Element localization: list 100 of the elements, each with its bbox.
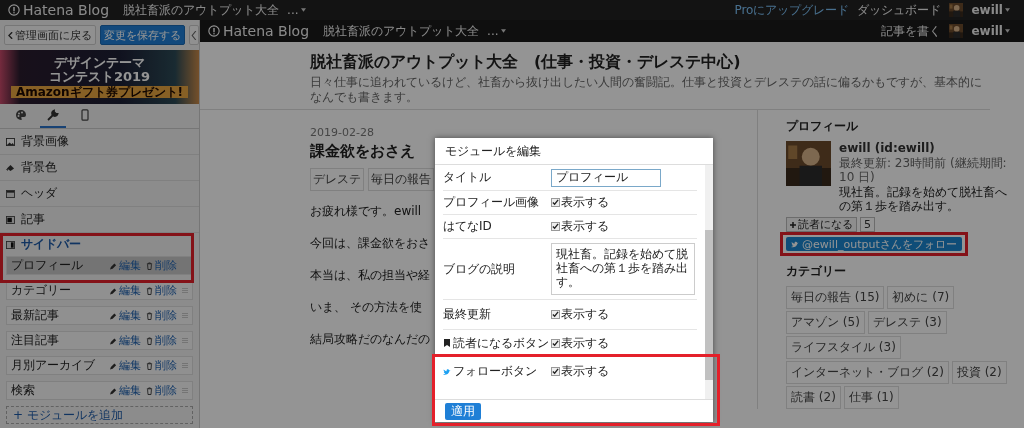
pencil-icon xyxy=(110,261,117,270)
edit-link[interactable]: 編集 xyxy=(119,333,141,348)
checkbox-label: 表示する xyxy=(561,334,609,352)
user-menu[interactable]: ewill xyxy=(971,3,1010,17)
blog-title-link[interactable]: 脱社畜派のアウトプット大全 xyxy=(123,1,280,19)
add-module-button[interactable]: + モジュールを追加 xyxy=(6,406,193,424)
scrollbar[interactable] xyxy=(705,165,713,399)
hatena-logo[interactable]: Hatena Blog xyxy=(208,23,310,39)
save-button[interactable]: 変更を保存する xyxy=(100,25,185,45)
checkbox[interactable] xyxy=(551,198,560,207)
caret-icon xyxy=(300,8,306,12)
blog-title[interactable]: 脱社畜派のアウトプット大全 (仕事・投資・デレステ中心) xyxy=(310,52,990,73)
category-tag[interactable]: インターネット・ブログ (2) xyxy=(786,361,949,384)
dashboard-link[interactable]: ダッシュボード xyxy=(857,1,942,19)
subscriber-count: 5 xyxy=(860,217,875,232)
pencil-icon xyxy=(110,361,117,370)
trash-icon xyxy=(146,361,153,370)
profile-name[interactable]: ewill (id:ewill) xyxy=(839,141,1012,155)
caret-icon xyxy=(1005,29,1010,33)
subscribe-button[interactable]: 読者になる xyxy=(786,217,857,232)
category-tag[interactable]: 読書 (2) xyxy=(786,386,841,409)
hatena-logo[interactable]: Hatena Blog xyxy=(8,2,110,18)
blog-title-link[interactable]: 脱社畜派のアウトプット大全 xyxy=(323,22,480,40)
title-field[interactable]: プロフィール xyxy=(551,168,661,187)
blog-menu[interactable]: ... xyxy=(487,24,506,38)
delete-link[interactable]: 削除 xyxy=(155,333,177,348)
checkbox[interactable] xyxy=(551,367,560,376)
section-header[interactable]: 記事 xyxy=(0,207,199,233)
trash-icon xyxy=(146,286,153,295)
bookmark-icon xyxy=(443,339,451,347)
paint-bucket-icon xyxy=(6,163,15,172)
entry-title[interactable]: 課金欲をおさえ xyxy=(310,142,435,161)
delete-link[interactable]: 削除 xyxy=(155,358,177,373)
delete-link[interactable]: 削除 xyxy=(155,283,177,298)
category-tag[interactable]: 毎日の報告 (15) xyxy=(786,286,885,309)
category-tag[interactable]: ライフスタイル (3) xyxy=(786,336,901,359)
entry-layout-icon xyxy=(6,215,15,224)
edit-link[interactable]: 編集 xyxy=(119,308,141,323)
drag-handle-icon[interactable] xyxy=(182,338,188,343)
module-item[interactable]: 月別アーカイブ 編集 削除 xyxy=(6,356,193,375)
category-tag[interactable]: 仕事 (1) xyxy=(843,386,899,409)
wrench-icon xyxy=(47,109,59,121)
back-button[interactable]: 管理画面に戻る xyxy=(4,25,96,45)
trash-icon xyxy=(146,386,153,395)
section-header[interactable]: ヘッダ xyxy=(0,181,199,207)
module-label: 月別アーカイブ xyxy=(11,357,96,374)
field-label: タイトル xyxy=(443,169,491,186)
module-item[interactable]: 最新記事 編集 削除 xyxy=(6,306,193,325)
trash-icon xyxy=(146,311,153,320)
pencil-icon xyxy=(110,386,117,395)
description-field[interactable]: 現社畜。記録を始めて脱社畜への第１歩を踏み出す。 xyxy=(551,243,695,295)
field-label: 読者になるボタン xyxy=(453,334,549,352)
drag-handle-icon[interactable] xyxy=(182,313,188,318)
field-label: 最終更新 xyxy=(443,306,491,323)
module-item[interactable]: 注目記事 編集 削除 xyxy=(6,331,193,350)
delete-link[interactable]: 削除 xyxy=(155,308,177,323)
drag-handle-icon[interactable] xyxy=(182,288,188,293)
image-icon xyxy=(6,137,15,146)
apply-button[interactable]: 適用 xyxy=(445,402,481,420)
section-header[interactable]: 背景画像 xyxy=(0,129,199,155)
entry-paragraph: お疲れ様です。ewill xyxy=(310,203,423,220)
pencil-icon xyxy=(110,336,117,345)
follow-button[interactable]: @ewill_outputさんをフォロー xyxy=(786,237,962,251)
write-entry-link[interactable]: 記事を書く xyxy=(881,22,942,40)
section-header[interactable]: 背景色 xyxy=(0,155,199,181)
collapse-button[interactable] xyxy=(189,25,199,45)
edit-link[interactable]: 編集 xyxy=(119,283,141,298)
checkbox[interactable] xyxy=(551,310,560,319)
drag-handle-icon[interactable] xyxy=(182,388,188,393)
field-label: フォローボタン xyxy=(453,363,537,380)
delete-link[interactable]: 削除 xyxy=(155,383,177,398)
category-tag[interactable]: 毎日の報告 xyxy=(368,168,434,191)
blog-menu[interactable]: ... xyxy=(287,3,306,17)
category-tag[interactable]: デレステ xyxy=(310,168,364,191)
checkbox[interactable] xyxy=(551,338,560,348)
sidebar-layout-icon xyxy=(6,240,15,249)
module-heading: カテゴリー xyxy=(786,263,847,280)
field-label: プロフィール画像 xyxy=(443,194,539,211)
checkbox[interactable] xyxy=(551,222,560,231)
upgrade-link[interactable]: Proにアップグレード xyxy=(734,1,850,19)
entry-paragraph: 今回は、課金欲をおさ xyxy=(310,235,431,252)
section-label: 背景画像 xyxy=(21,133,69,150)
field-label: ブログの説明 xyxy=(443,260,515,278)
category-tag[interactable]: アマゾン (5) xyxy=(786,311,865,334)
category-tag[interactable]: デレステ (3) xyxy=(867,311,947,334)
edit-link[interactable]: 編集 xyxy=(119,358,141,373)
category-tag[interactable]: 初めに (7) xyxy=(887,286,955,309)
edit-link[interactable]: 編集 xyxy=(119,383,141,398)
caret-icon xyxy=(1005,8,1010,12)
section-label: ヘッダ xyxy=(21,185,57,202)
entry-paragraph: いま、 その方法を使 xyxy=(310,299,423,316)
dialog-title: モジュールを編集 xyxy=(435,138,713,165)
category-tag[interactable]: 投資 (2) xyxy=(951,361,1007,384)
module-item[interactable]: 検索 編集 削除 xyxy=(6,381,193,400)
drag-handle-icon[interactable] xyxy=(182,363,188,368)
section-header[interactable]: サイドバー xyxy=(0,233,199,256)
section-label: 背景色 xyxy=(21,159,57,176)
user-menu[interactable]: ewill xyxy=(971,24,1010,38)
entry-date[interactable]: 2019-02-28 xyxy=(310,126,435,139)
banner[interactable]: デザインテーマ コンテスト2019 Amazonギフト券プレゼント! xyxy=(0,50,199,104)
